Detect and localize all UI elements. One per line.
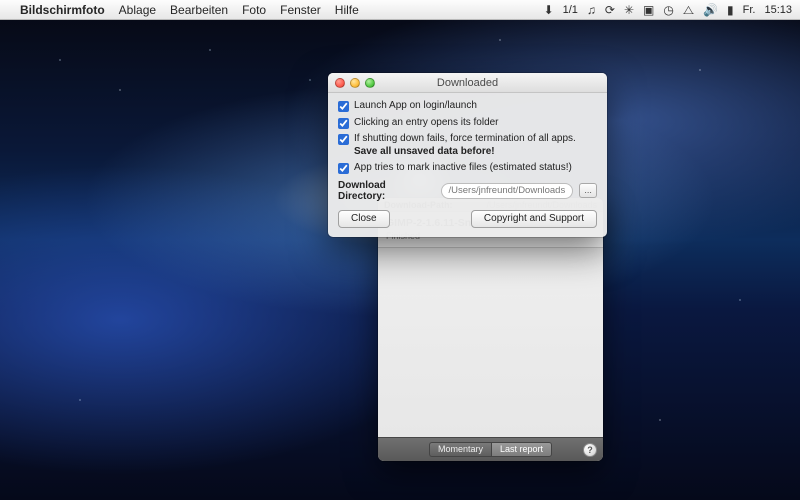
itunes-icon[interactable]: ♫ [587,4,596,16]
tab-last-report[interactable]: Last report [491,442,552,457]
copyright-support-button[interactable]: Copyright and Support [471,210,597,228]
label-force-termination-text: If shutting down fails, force terminatio… [354,133,576,144]
tab-momentary[interactable]: Momentary [429,442,491,457]
sync-icon[interactable]: ⟳ [605,4,615,16]
close-button[interactable]: Close [338,210,390,228]
label-force-termination: If shutting down fails, force terminatio… [354,133,597,158]
menubar-app-name[interactable]: Bildschirmfoto [20,3,105,17]
checkbox-launch-on-login[interactable] [338,101,349,112]
titlebar[interactable]: Downloaded [328,73,607,93]
option-click-opens-folder[interactable]: Clicking an entry opens its folder [338,117,597,130]
menubar-status-area: ⬇ 1/1 ♫ ⟳ ✳ ▣ ◷ ⧍ 🔊 ▮ Fr. 15:13 [544,4,792,16]
menubar-item-foto[interactable]: Foto [242,3,266,17]
displays-icon[interactable]: ▣ [643,4,654,16]
traffic-lights [335,78,375,88]
checkbox-mark-inactive[interactable] [338,163,349,174]
menubar-item-fenster[interactable]: Fenster [280,3,321,17]
zoom-window-icon[interactable] [365,78,375,88]
download-directory-row: Download Directory: /Users/jnfreundt/Dow… [338,180,597,202]
menubar-item-ablage[interactable]: Ablage [119,3,156,17]
label-mark-inactive: App tries to mark inactive files (estima… [354,162,597,175]
menubar-item-hilfe[interactable]: Hilfe [335,3,359,17]
battery-icon[interactable]: ▮ [727,4,734,16]
clock-time[interactable]: 15:13 [764,4,792,16]
download-directory-value: /Users/jnfreundt/Downloads [449,185,566,196]
bluetooth-icon[interactable]: ✳ [624,4,634,16]
checkbox-force-termination[interactable] [338,134,349,145]
close-window-icon[interactable] [335,78,345,88]
option-force-termination[interactable]: If shutting down fails, force terminatio… [338,133,597,158]
wifi-icon[interactable]: ⧍ [683,4,694,16]
help-button[interactable]: ? [583,443,597,457]
main-window-footer: Momentary Last report ? [378,437,603,461]
download-list[interactable]: GIMP-2-1.6.11-Snow-Leopard.dmg Finished [378,212,603,437]
option-launch-on-login[interactable]: Launch App on login/launch [338,100,597,113]
preferences-window: Downloaded Launch App on login/launch Cl… [328,73,607,237]
download-arrow-icon[interactable]: ⬇ [544,4,554,16]
preferences-body: Launch App on login/launch Clicking an e… [328,93,607,237]
label-click-opens-folder: Clicking an entry opens its folder [354,117,597,130]
menubar: Bildschirmfoto Ablage Bearbeiten Foto Fe… [0,0,800,20]
clock-day[interactable]: Fr. [743,4,756,16]
download-count: 1/1 [563,4,578,16]
button-row: Close Copyright and Support [338,210,597,228]
option-mark-inactive[interactable]: App tries to mark inactive files (estima… [338,162,597,175]
download-directory-label: Download Directory: [338,180,435,202]
volume-icon[interactable]: 🔊 [703,4,718,16]
label-launch-on-login: Launch App on login/launch [354,100,597,113]
label-save-warning: Save all unsaved data before! [354,146,597,159]
browse-button[interactable]: ... [579,183,597,198]
minimize-window-icon[interactable] [350,78,360,88]
checkbox-click-opens-folder[interactable] [338,118,349,129]
timemachine-icon[interactable]: ◷ [663,4,673,16]
menubar-item-bearbeiten[interactable]: Bearbeiten [170,3,228,17]
download-directory-field[interactable]: /Users/jnfreundt/Downloads [441,183,574,199]
downloaded-main-window: Download-Path: /Users/jnfreundt/Download… [378,198,603,461]
